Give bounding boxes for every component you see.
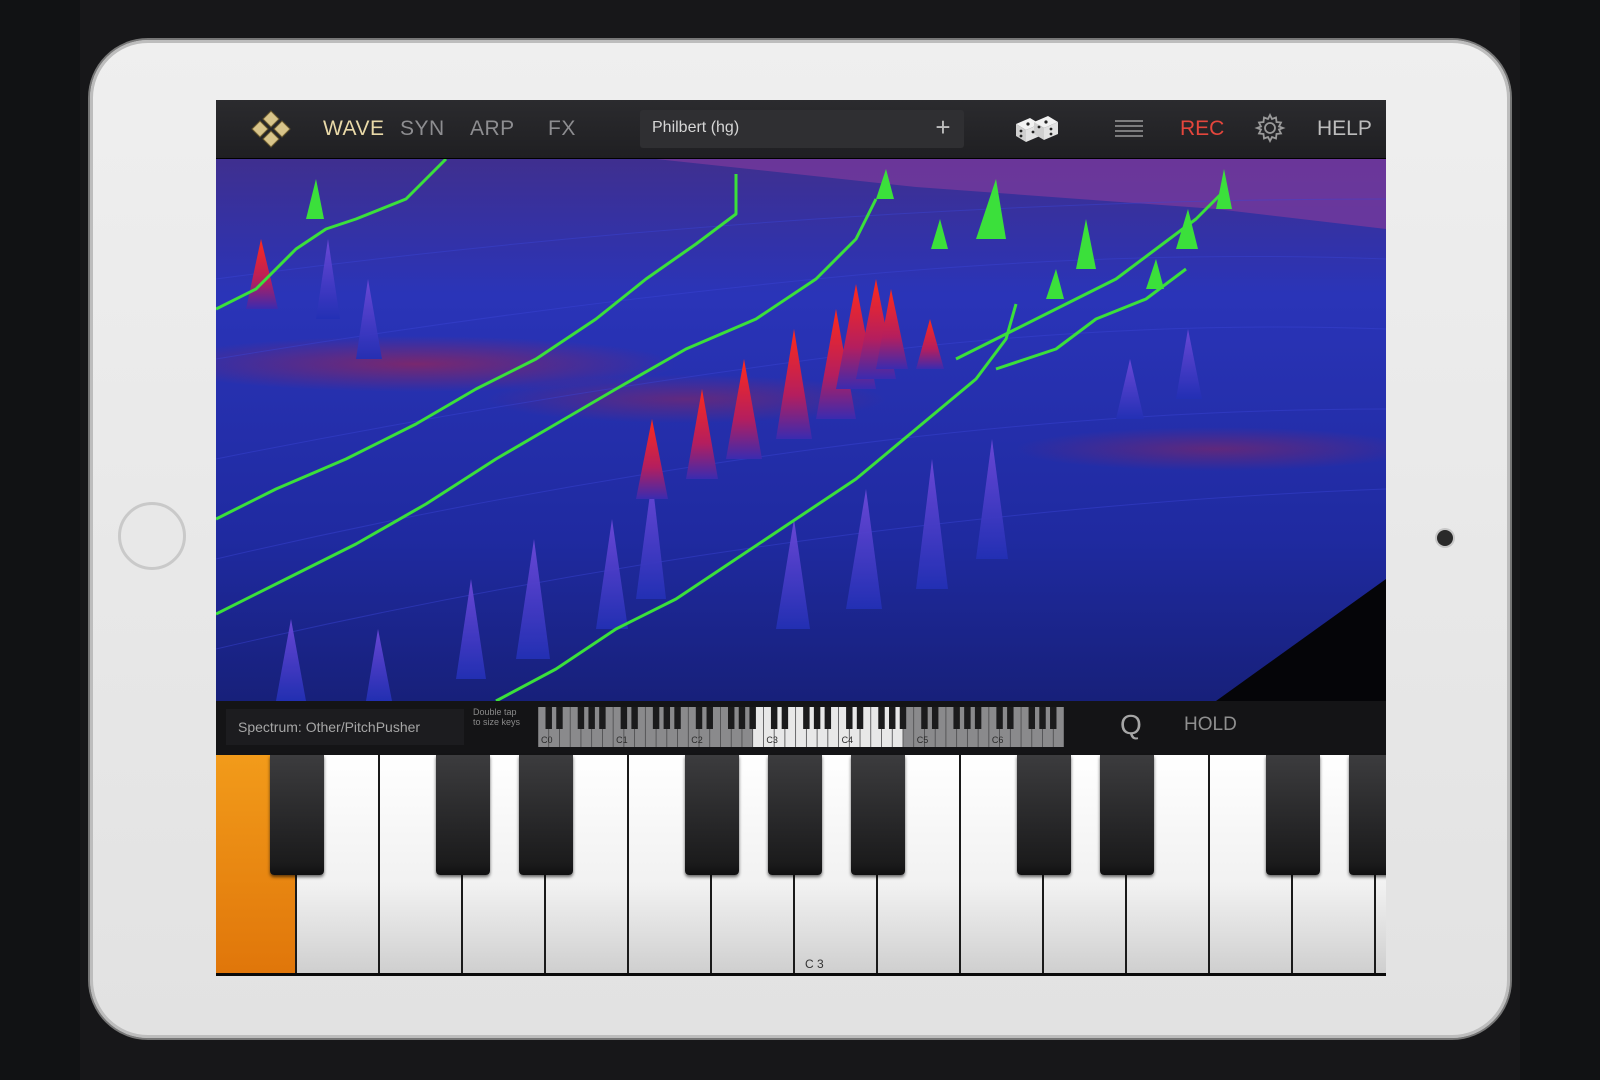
- mini-black-key: [620, 707, 628, 729]
- black-key[interactable]: [767, 755, 822, 875]
- piano-keyboard[interactable]: C 3: [216, 755, 1386, 976]
- keyboard-control-strip: Spectrum: Other/PitchPusher Double tap t…: [216, 701, 1386, 755]
- list-menu-icon[interactable]: [1113, 118, 1145, 140]
- q-icon[interactable]: Q: [1120, 709, 1142, 741]
- mini-black-key: [813, 707, 821, 729]
- mini-black-key: [846, 707, 853, 729]
- mini-black-key: [1007, 707, 1014, 729]
- mini-black-key: [974, 707, 982, 729]
- double-tap-hint-line1: Double tap: [473, 707, 517, 717]
- mini-black-key: [588, 707, 595, 729]
- mini-black-key: [889, 707, 896, 729]
- mini-black-key: [545, 707, 552, 729]
- mini-black-key: [964, 707, 971, 729]
- black-key[interactable]: [269, 755, 324, 875]
- mini-black-key: [738, 707, 746, 729]
- tab-fx[interactable]: FX: [548, 117, 576, 141]
- mini-black-key: [1050, 707, 1057, 729]
- mini-octave-label: C5: [917, 735, 929, 745]
- mini-black-key: [577, 707, 585, 729]
- mini-keyboard-overview[interactable]: C0 C1 C2 C3 C4 C5 C6: [538, 707, 1064, 747]
- mini-octave-label: C2: [691, 735, 703, 745]
- key-label-c3: C 3: [805, 957, 824, 971]
- mini-black-key: [781, 707, 789, 729]
- black-key[interactable]: [1348, 755, 1386, 875]
- mini-black-key: [1039, 707, 1046, 729]
- home-button[interactable]: [118, 502, 186, 570]
- mini-black-key: [695, 707, 703, 729]
- help-button[interactable]: HELP: [1317, 117, 1372, 141]
- mini-black-key: [921, 707, 928, 729]
- record-button[interactable]: REC: [1180, 117, 1224, 141]
- mini-black-key: [770, 707, 778, 729]
- preset-selector[interactable]: Philbert (hg) +: [640, 110, 964, 148]
- tab-arp[interactable]: ARP: [470, 117, 515, 141]
- black-key[interactable]: [518, 755, 573, 875]
- mini-octave-label: C0: [541, 735, 553, 745]
- mini-black-key: [652, 707, 660, 729]
- mini-black-key: [931, 707, 939, 729]
- app-screen: WAVE SYN ARP FX Philbert (hg) + REC HELP…: [216, 100, 1386, 976]
- hold-button[interactable]: HOLD: [1184, 714, 1237, 736]
- mini-black-key: [631, 707, 638, 729]
- diamond-logo-icon[interactable]: [242, 109, 300, 151]
- mini-black-key: [856, 707, 864, 729]
- tab-wave[interactable]: WAVE: [323, 117, 385, 141]
- top-toolbar: WAVE SYN ARP FX Philbert (hg) + REC HELP: [216, 100, 1386, 159]
- add-preset-button[interactable]: +: [930, 112, 956, 143]
- mini-black-key: [878, 707, 885, 729]
- mini-octave-label: C6: [992, 735, 1004, 745]
- dice-icon[interactable]: [1012, 112, 1062, 146]
- spectrum-label: Spectrum: Other/PitchPusher: [238, 719, 421, 735]
- black-key[interactable]: [1099, 755, 1154, 875]
- black-key[interactable]: [684, 755, 739, 875]
- mini-black-key: [599, 707, 606, 729]
- mini-octave-label: C3: [766, 735, 778, 745]
- mini-octave-label: C1: [616, 735, 628, 745]
- black-key[interactable]: [850, 755, 905, 875]
- mini-black-key: [556, 707, 563, 729]
- mini-black-key: [728, 707, 735, 729]
- mini-black-key: [824, 707, 832, 729]
- tab-syn[interactable]: SYN: [400, 117, 445, 141]
- camera-icon: [1437, 530, 1453, 546]
- mini-black-key: [749, 707, 756, 729]
- spectrum-preset-box[interactable]: Spectrum: Other/PitchPusher: [226, 709, 464, 745]
- mini-black-key: [706, 707, 713, 729]
- black-key[interactable]: [435, 755, 490, 875]
- mini-octave-label: C4: [842, 735, 854, 745]
- double-tap-hint-line2: to size keys: [473, 717, 521, 727]
- black-key[interactable]: [1016, 755, 1071, 875]
- double-tap-hint: Double tap to size keys: [473, 707, 520, 727]
- gear-icon[interactable]: [1254, 112, 1286, 144]
- mini-black-key: [899, 707, 907, 729]
- spectrum-3d-view[interactable]: [216, 159, 1386, 701]
- mini-black-key: [674, 707, 681, 729]
- mini-black-key: [953, 707, 960, 729]
- preset-name: Philbert (hg): [652, 119, 740, 136]
- mini-black-key: [1028, 707, 1036, 729]
- mini-black-key: [803, 707, 810, 729]
- black-key[interactable]: [1265, 755, 1320, 875]
- mini-black-key: [663, 707, 671, 729]
- mini-black-key: [996, 707, 1003, 729]
